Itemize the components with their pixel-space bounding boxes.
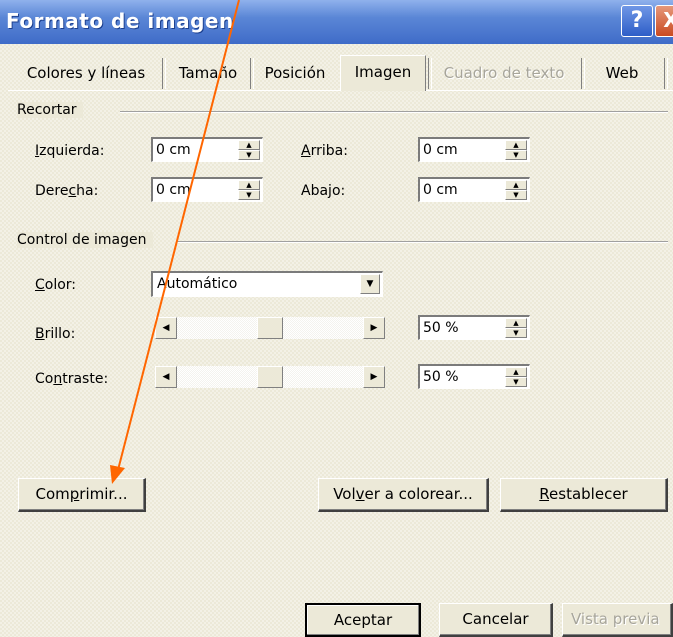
spin-down-button[interactable]: ▼ [238,190,260,200]
spin-up-button[interactable]: ▲ [505,140,527,150]
crop-top-spinner[interactable]: 0 cm ▲ ▼ [418,137,530,162]
spin-down-button[interactable]: ▼ [238,150,260,160]
reset-button[interactable]: Restablecer [500,478,668,512]
crop-bottom-spinner[interactable]: 0 cm ▲ ▼ [418,177,530,202]
crop-top-label: Arriba: [301,143,348,159]
spin-up-button[interactable]: ▲ [238,140,260,150]
crop-right-label: Derecha: [35,183,99,199]
crop-right-input[interactable]: 0 cm [156,182,191,198]
tab-separator [664,58,668,89]
contrast-input[interactable]: 50 % [423,369,459,385]
brightness-label: Brillo: [35,326,76,342]
brightness-slider-thumb[interactable] [257,317,283,339]
crop-group-title: Recortar [17,102,83,118]
brightness-input[interactable]: 50 % [423,320,459,336]
tab-colores-y-lineas[interactable]: Colores y líneas [12,57,160,90]
crop-right-spinner[interactable]: 0 cm ▲ ▼ [151,177,263,202]
color-selected-value: Automático [157,276,238,292]
crop-left-input[interactable]: 0 cm [156,142,191,158]
spin-down-button[interactable]: ▼ [505,377,527,387]
tab-separator [250,58,254,89]
scroll-right-button[interactable]: ▶ [363,317,385,339]
contrast-slider-thumb[interactable] [257,366,283,388]
spin-down-button[interactable]: ▼ [505,150,527,160]
tab-separator [162,58,166,89]
group-divider [176,241,668,243]
tab-imagen[interactable]: Imagen [340,55,426,91]
crop-bottom-label: Abajo: [301,183,346,199]
crop-bottom-input[interactable]: 0 cm [423,182,458,198]
close-button[interactable]: X [655,5,673,37]
color-label: Color: [35,277,77,293]
crop-left-spinner[interactable]: 0 cm ▲ ▼ [151,137,263,162]
spin-up-button[interactable]: ▲ [505,367,527,377]
tab-posicion[interactable]: Posición [256,57,334,90]
spin-up-button[interactable]: ▲ [505,318,527,328]
crop-left-label: Izquierda: [35,143,105,159]
tab-web[interactable]: Web [588,57,656,90]
contrast-slider[interactable]: ◀ ▶ [155,366,385,388]
tab-separator [428,58,432,89]
spin-up-button[interactable]: ▲ [238,180,260,190]
preview-button[interactable]: Vista previa [562,603,673,637]
scroll-left-button[interactable]: ◀ [155,366,177,388]
chevron-down-icon[interactable]: ▼ [360,274,380,294]
help-button[interactable]: ? [621,5,653,37]
ok-button[interactable]: Aceptar [305,603,421,637]
scroll-left-button[interactable]: ◀ [155,317,177,339]
compress-button[interactable]: Comprimir... [18,478,146,512]
spin-down-button[interactable]: ▼ [505,328,527,338]
tab-cuadro-de-texto[interactable]: Cuadro de texto [434,57,574,90]
group-divider [120,111,668,113]
color-dropdown[interactable]: Automático ▼ [151,271,383,297]
crop-top-input[interactable]: 0 cm [423,142,458,158]
spin-up-button[interactable]: ▲ [505,180,527,190]
recolor-button[interactable]: Volver a colorear... [318,478,489,512]
image-control-group-title: Control de imagen [17,232,153,248]
spin-down-button[interactable]: ▼ [505,190,527,200]
contrast-spinner[interactable]: 50 % ▲ ▼ [418,364,530,389]
cancel-button[interactable]: Cancelar [439,603,553,637]
window-title: Formato de imagen [6,9,234,33]
brightness-slider[interactable]: ◀ ▶ [155,317,385,339]
tab-tamano[interactable]: Tamaño [168,57,248,90]
brightness-spinner[interactable]: 50 % ▲ ▼ [418,315,530,340]
contrast-label: Contraste: [35,371,109,387]
tab-separator [581,58,585,89]
scroll-right-button[interactable]: ▶ [363,366,385,388]
